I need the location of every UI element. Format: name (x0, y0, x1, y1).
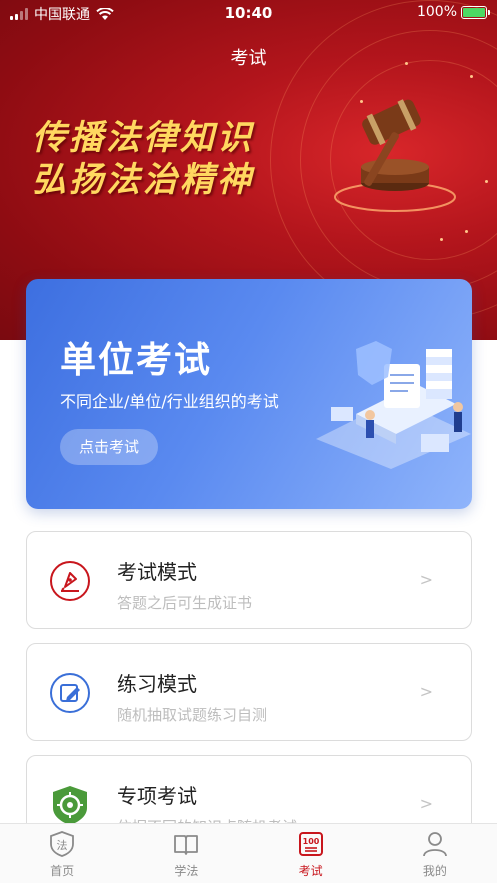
svg-text:100: 100 (302, 837, 319, 846)
gavel-icon (334, 99, 456, 212)
chevron-right-icon: > (419, 682, 433, 701)
page-title: 考试 (230, 48, 267, 69)
mode-practice-name: 练习模式 (117, 672, 197, 696)
book-icon (174, 835, 199, 855)
tab-profile[interactable]: 我的 (373, 824, 497, 883)
tab-study[interactable]: 学法 (124, 824, 248, 883)
tab-home[interactable]: 法 首页 (0, 824, 124, 883)
tab-study-label: 学法 (174, 864, 199, 878)
mode-exam[interactable]: 考试模式 答题之后可生成证书 > (26, 531, 472, 629)
tab-bar: 法 首页 学法 100 考试 我的 (0, 823, 497, 883)
unit-exam-card[interactable]: 单位考试 不同企业/单位/行业组织的考试 点击考试 (26, 279, 472, 509)
mode-exam-name: 考试模式 (117, 560, 197, 584)
tab-home-label: 首页 (50, 864, 75, 878)
battery-percent: 100% (416, 4, 457, 20)
battery-icon (461, 5, 490, 19)
exam-100-icon: 100 (298, 832, 323, 856)
pen-nib-icon (50, 561, 90, 601)
unit-exam-subtitle: 不同企业/单位/行业组织的考试 (60, 392, 279, 411)
mode-practice[interactable]: 练习模式 随机抽取试题练习自测 > (26, 643, 472, 741)
law-shield-icon: 法 (50, 831, 75, 857)
mode-special-name: 专项考试 (117, 784, 197, 808)
mode-exam-desc: 答题之后可生成证书 (117, 594, 253, 612)
status-bar: 中国联通 10:40 100% (0, 0, 497, 26)
mode-practice-desc: 随机抽取试题练习自测 (117, 706, 268, 724)
person-icon (422, 832, 447, 857)
tab-exam[interactable]: 100 考试 (249, 824, 373, 883)
tab-exam-label: 考试 (298, 864, 323, 878)
start-exam-button[interactable]: 点击考试 (60, 429, 158, 465)
slogan-line-2: 弘扬法治精神 (32, 160, 254, 200)
chevron-right-icon: > (419, 794, 433, 813)
unit-exam-title: 单位考试 (60, 340, 213, 381)
exam-illustration-icon (316, 341, 471, 469)
chevron-right-icon: > (419, 570, 433, 589)
target-icon (53, 786, 87, 825)
svg-text:法: 法 (57, 838, 68, 852)
edit-icon (50, 673, 90, 713)
tab-profile-label: 我的 (422, 864, 447, 878)
